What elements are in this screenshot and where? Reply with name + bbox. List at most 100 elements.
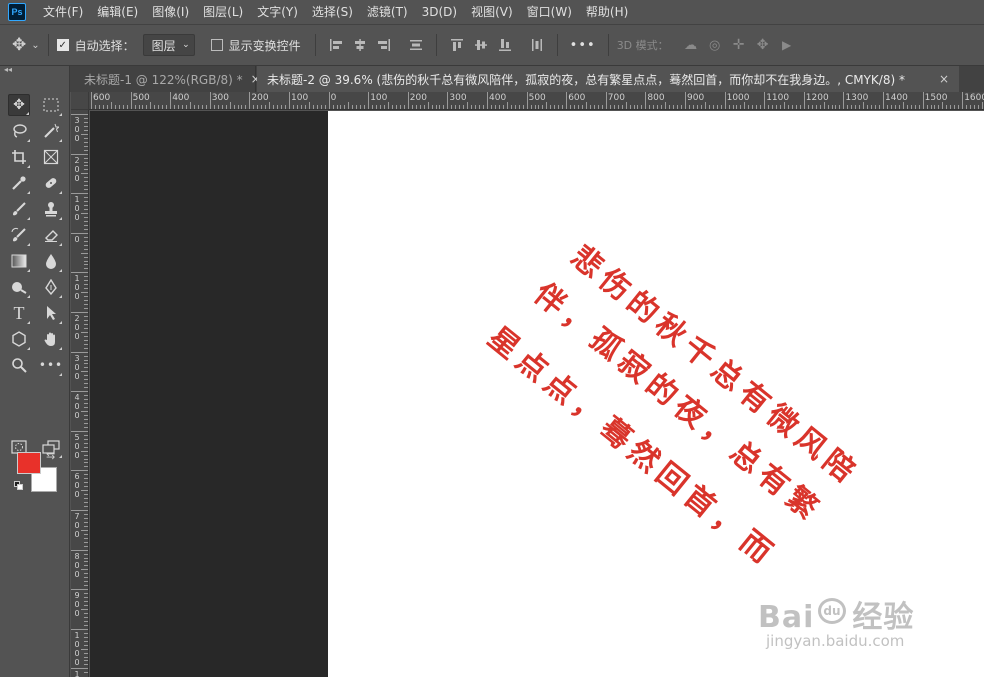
- ruler-minor-tick: [415, 105, 417, 109]
- ruler-minor-tick: [197, 105, 199, 109]
- menu-image[interactable]: 图像(I): [145, 0, 196, 24]
- vertical-ruler[interactable]: 3002001000100200300400500600700800900100…: [71, 110, 89, 677]
- align-right-edges-icon[interactable]: [372, 33, 396, 57]
- ruler-minor-tick: [550, 105, 552, 109]
- slide-3d-camera-icon[interactable]: ✥: [751, 37, 775, 53]
- baidu-paw-logo: du: [818, 598, 846, 624]
- auto-select-target-dropdown[interactable]: 图层 ⌄: [142, 34, 195, 56]
- clone-stamp-icon[interactable]: [40, 198, 62, 220]
- ruler-minor-tick: [296, 105, 298, 109]
- brush-icon[interactable]: [8, 198, 30, 220]
- eyedropper-icon[interactable]: [8, 172, 30, 194]
- menu-edit[interactable]: 编辑(E): [90, 0, 145, 24]
- ruler-minor-tick: [81, 648, 88, 650]
- distribute-vertical-icon[interactable]: [404, 33, 428, 57]
- menu-filter[interactable]: 滤镜(T): [360, 0, 415, 24]
- align-horizontal-centers-icon[interactable]: [348, 33, 372, 57]
- ruler-minor-tick: [84, 418, 88, 420]
- history-brush-icon[interactable]: [8, 224, 30, 246]
- rectangular-marquee-icon[interactable]: [40, 94, 62, 116]
- ruler-minor-tick: [748, 105, 750, 109]
- distribute-horizontal-icon[interactable]: [525, 33, 549, 57]
- menu-type[interactable]: 文字(Y): [250, 0, 305, 24]
- menu-help[interactable]: 帮助(H): [579, 0, 635, 24]
- align-vertical-centers-icon[interactable]: [469, 33, 493, 57]
- close-icon[interactable]: ×: [931, 72, 949, 86]
- type-icon[interactable]: T: [8, 302, 30, 324]
- ruler-minor-tick: [982, 102, 983, 109]
- ruler-minor-tick: [538, 105, 540, 109]
- ruler-minor-tick: [84, 367, 88, 369]
- horizontal-ruler[interactable]: 600 500 400 300 200 100 0 100 200 300 400 500 600 700…: [89, 92, 984, 110]
- dodge-icon[interactable]: [8, 276, 30, 298]
- orbit-3d-camera-icon[interactable]: ☁: [679, 38, 703, 53]
- foreground-color-swatch[interactable]: [17, 452, 41, 474]
- default-colors-icon[interactable]: [14, 481, 24, 491]
- healing-brush-icon[interactable]: [40, 172, 62, 194]
- path-selection-icon[interactable]: [40, 302, 62, 324]
- gradient-icon[interactable]: [8, 250, 30, 272]
- zoom-icon[interactable]: [8, 354, 30, 376]
- pen-icon[interactable]: [40, 276, 62, 298]
- shape-icon[interactable]: [8, 328, 30, 350]
- ruler-minor-tick: [455, 105, 457, 109]
- ruler-minor-tick: [942, 102, 944, 109]
- ruler-tick: [803, 92, 805, 109]
- menu-window[interactable]: 窗口(W): [520, 0, 579, 24]
- ruler-origin[interactable]: [71, 92, 89, 110]
- ruler-tick: [922, 92, 924, 109]
- menu-file[interactable]: 文件(F): [36, 0, 90, 24]
- menu-layer[interactable]: 图层(L): [196, 0, 250, 24]
- ruler-minor-tick: [81, 292, 88, 294]
- ruler-tick: [71, 232, 88, 234]
- ruler-minor-tick: [304, 105, 306, 109]
- align-left-edges-icon[interactable]: [324, 33, 348, 57]
- lasso-icon[interactable]: [8, 120, 30, 142]
- chevron-down-icon[interactable]: ⌄: [31, 40, 39, 51]
- pan-3d-camera-icon[interactable]: ✛: [727, 37, 751, 53]
- ruler-minor-tick: [665, 102, 667, 109]
- ruler-minor-tick: [84, 521, 88, 523]
- tab-untitled-2[interactable]: 未标题-2 @ 39.6% (悲伤的秋千总有微风陪伴，孤寂的夜，总有繁星点点，蓦…: [257, 66, 959, 92]
- ruler-minor-tick: [81, 411, 88, 412]
- ruler-minor-tick: [84, 656, 88, 658]
- menu-view[interactable]: 视图(V): [464, 0, 520, 24]
- ruler-minor-tick: [237, 105, 239, 109]
- more-options-button[interactable]: •••: [566, 38, 600, 53]
- ruler-minor-tick: [84, 660, 88, 662]
- ruler-tick: [605, 92, 607, 109]
- ruler-tick: [71, 430, 88, 432]
- move-tool-preset-icon[interactable]: ✥: [12, 35, 26, 55]
- ruler-minor-tick: [855, 105, 857, 109]
- ruler-minor-tick: [94, 105, 96, 109]
- menu-select[interactable]: 选择(S): [305, 0, 360, 24]
- ruler-minor-tick: [419, 105, 421, 109]
- ruler-minor-tick: [84, 149, 88, 151]
- eraser-icon[interactable]: [40, 224, 62, 246]
- frame-icon[interactable]: [40, 146, 62, 168]
- align-bottom-edges-icon[interactable]: [493, 33, 517, 57]
- ruler-minor-tick: [312, 105, 314, 109]
- more-tools-icon[interactable]: •••: [39, 354, 62, 376]
- hand-icon[interactable]: [40, 328, 62, 350]
- ruler-minor-tick: [84, 585, 88, 587]
- magic-wand-icon[interactable]: [40, 120, 62, 142]
- menu-3d[interactable]: 3D(D): [415, 0, 464, 24]
- align-top-edges-icon[interactable]: [445, 33, 469, 57]
- ruler-minor-tick: [637, 105, 639, 109]
- show-transform-controls-checkbox[interactable]: [210, 39, 223, 51]
- blur-icon[interactable]: [40, 250, 62, 272]
- ruler-minor-tick: [84, 605, 88, 607]
- screen-mode-icon[interactable]: [40, 436, 62, 458]
- ruler-minor-tick: [720, 105, 722, 109]
- crop-icon[interactable]: [8, 146, 30, 168]
- tab-untitled-1[interactable]: 未标题-1 @ 122%(RGB/8) * ×: [74, 66, 261, 92]
- panel-collapse-icon[interactable]: ◂◂: [4, 66, 24, 74]
- move-icon[interactable]: ✥: [8, 94, 30, 116]
- ruler-minor-tick: [823, 102, 825, 109]
- zoom-3d-camera-icon[interactable]: ▶: [775, 38, 799, 52]
- ruler-minor-tick: [84, 644, 88, 646]
- ruler-minor-tick: [459, 105, 461, 109]
- auto-select-checkbox[interactable]: ✓: [56, 39, 69, 51]
- roll-3d-camera-icon[interactable]: ◎: [703, 38, 727, 53]
